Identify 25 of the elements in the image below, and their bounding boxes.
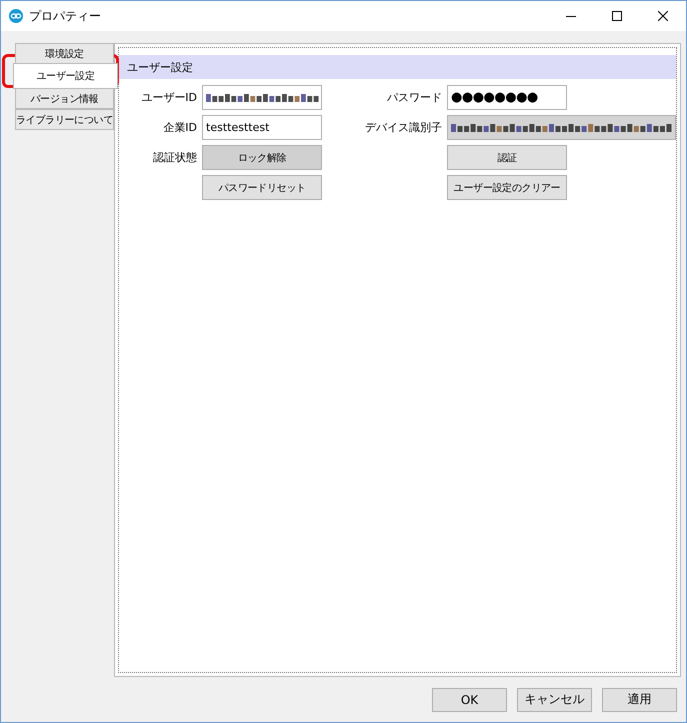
input-field[interactable]: ●●●●●●●● <box>447 85 568 110</box>
side-tab[interactable]: バージョン情報 <box>15 88 114 109</box>
field-value: testtesttest <box>206 121 270 134</box>
side-tab[interactable]: 環境設定 <box>15 43 114 64</box>
side-tab[interactable]: ライブラリーについて <box>15 109 114 130</box>
window-title: プロパティー <box>29 8 102 24</box>
action-button[interactable]: 認証 <box>447 145 568 170</box>
dialog-button[interactable]: キャンセル <box>517 688 592 712</box>
action-button[interactable]: ユーザー設定のクリアー <box>447 175 568 200</box>
field-label: パスワード <box>386 90 444 105</box>
side-tab[interactable]: ユーザー設定 <box>13 63 118 89</box>
section-header: ユーザー設定 <box>119 55 676 79</box>
field-label: 認証状態 <box>152 150 198 165</box>
field-label: 企業ID <box>162 120 198 135</box>
close-icon <box>658 11 668 21</box>
dialog-button[interactable]: OK <box>432 688 507 712</box>
field-value: ●●●●●●●● <box>451 90 538 105</box>
field-label: ユーザーID <box>140 90 198 105</box>
dialog-button[interactable]: 適用 <box>602 688 677 712</box>
maximize-icon <box>612 11 622 21</box>
input-field[interactable] <box>202 85 322 110</box>
field-label: デバイス識別子 <box>364 120 444 135</box>
input-field[interactable]: testtesttest <box>202 115 322 140</box>
app-logo-icon <box>9 9 23 23</box>
action-button[interactable]: パスワードリセット <box>202 175 322 200</box>
